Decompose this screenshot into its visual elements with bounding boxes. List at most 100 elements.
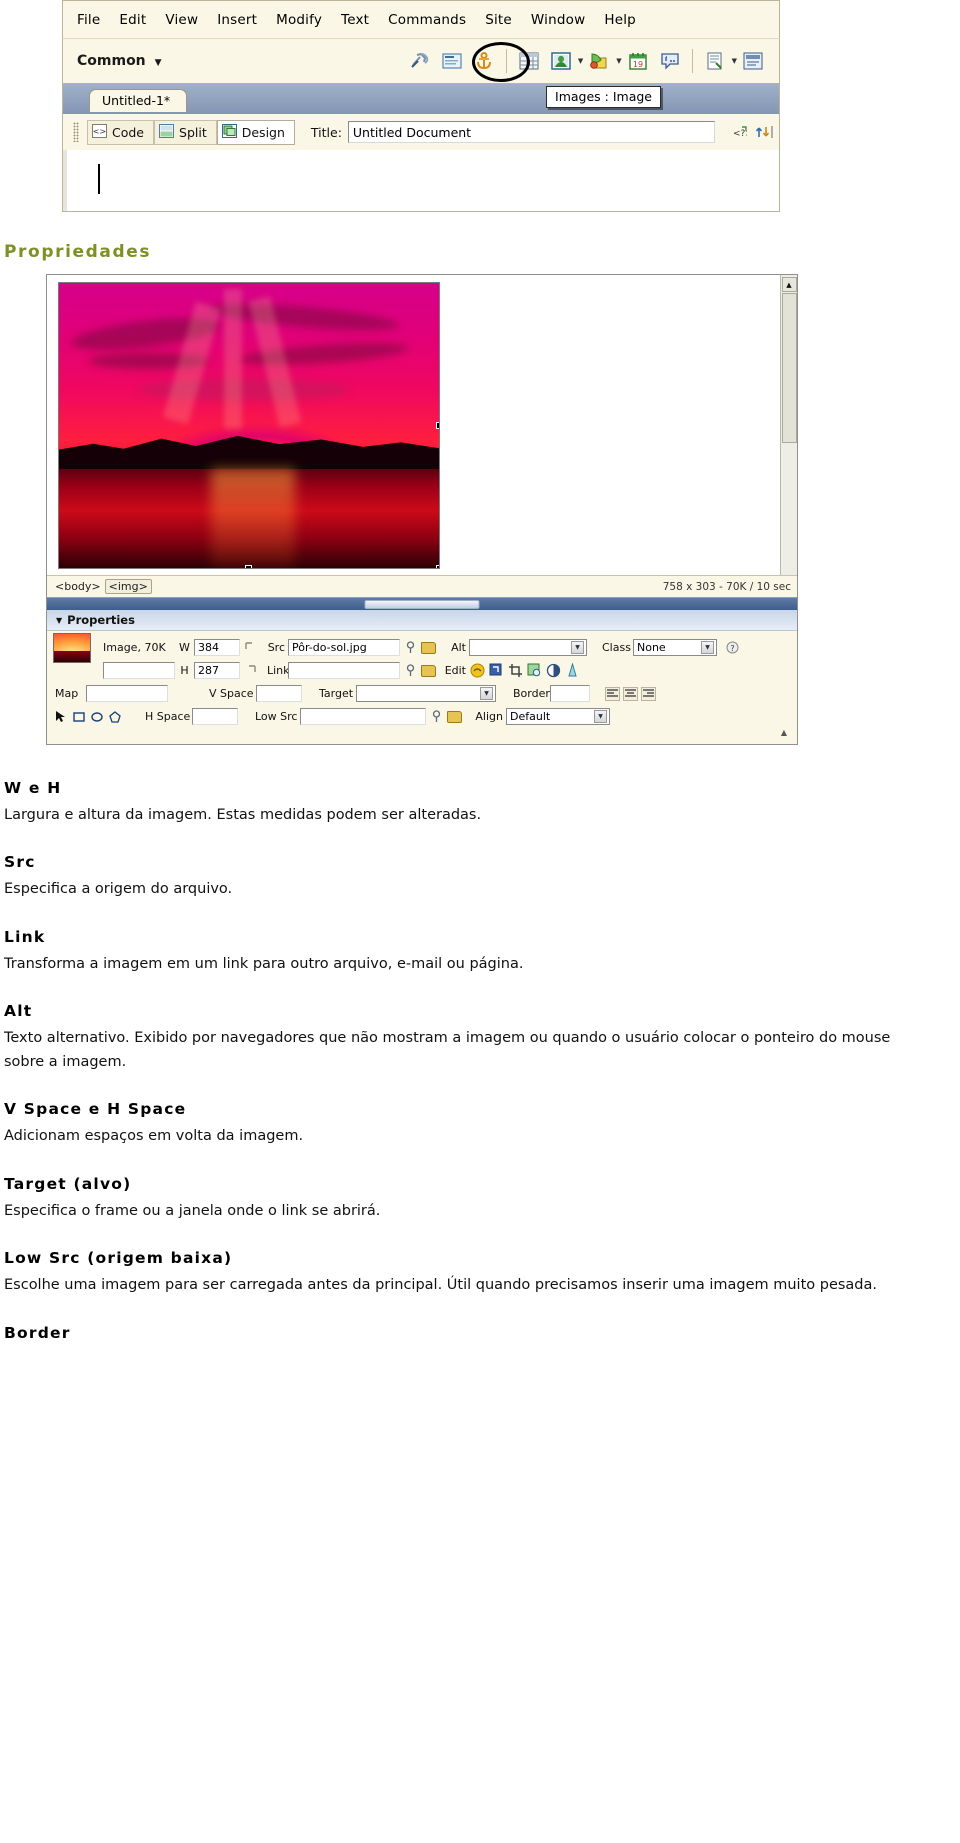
map-input[interactable] [86, 685, 168, 702]
menu-item-commands[interactable]: Commands [388, 12, 466, 28]
width-reset-icon[interactable] [243, 640, 258, 655]
desc-src: Especifica a origem do arquivo. [4, 881, 233, 898]
desc-target: Especifica o frame ou a janela onde o li… [4, 1202, 381, 1219]
align-right-icon[interactable] [641, 686, 656, 701]
design-canvas[interactable] [62, 150, 780, 212]
menu-item-modify[interactable]: Modify [276, 12, 322, 28]
chevron-down-icon[interactable]: ▼ [594, 710, 607, 723]
src-input[interactable]: Pôr-do-sol.jpg [288, 639, 400, 656]
hspace-input[interactable] [192, 708, 238, 725]
tag-chooser-icon[interactable] [740, 49, 766, 73]
properties-panel-header[interactable]: ▼ Properties [47, 610, 797, 631]
align-select[interactable]: Default ▼ [506, 708, 610, 725]
term-w-h: W e H [4, 779, 62, 797]
border-input[interactable] [550, 685, 590, 702]
view-button-code[interactable]: <> Code [87, 119, 155, 145]
browse-folder-icon[interactable] [421, 640, 436, 655]
menu-item-text[interactable]: Text [341, 12, 369, 28]
canvas-area[interactable] [47, 275, 780, 575]
named-anchor-icon[interactable] [471, 49, 497, 73]
align-label: Align [475, 710, 503, 723]
menu-item-insert[interactable]: Insert [217, 12, 257, 28]
vertical-scrollbar[interactable]: ▲ [780, 275, 797, 575]
panel-splitter[interactable] [47, 597, 797, 610]
menu-item-file[interactable]: File [77, 12, 100, 28]
image-icon[interactable] [548, 49, 574, 73]
width-label: W [179, 641, 190, 654]
water-glow [211, 469, 295, 568]
pointer-hotspot-icon[interactable] [53, 709, 68, 724]
vspace-input[interactable] [256, 685, 302, 702]
resize-handle-right[interactable] [436, 421, 439, 429]
sharpen-icon[interactable] [564, 663, 580, 679]
resample-icon[interactable] [526, 663, 542, 679]
height-input[interactable]: 287 [194, 662, 240, 679]
resize-handle-corner[interactable] [436, 565, 439, 568]
chevron-down-icon[interactable]: ▼ [701, 641, 714, 654]
panel-expander-icon[interactable]: ▲ [53, 728, 791, 739]
document-tab[interactable]: Untitled-1* [89, 89, 188, 112]
link-input[interactable] [288, 662, 400, 679]
lowsrc-input[interactable] [300, 708, 426, 725]
brightness-contrast-icon[interactable] [545, 663, 561, 679]
canvas-left-strip [63, 150, 67, 211]
view-button-design[interactable]: Design [216, 119, 295, 145]
hyperlink-icon[interactable] [407, 49, 433, 73]
media-icon[interactable] [586, 49, 612, 73]
term-target: Target (alvo) [4, 1174, 132, 1193]
edit-fireworks-icon[interactable] [469, 663, 485, 679]
height-reset-icon[interactable] [243, 663, 258, 678]
rectangle-hotspot-icon[interactable] [71, 709, 86, 724]
design-view-icon [221, 123, 237, 141]
browse-folder-icon[interactable] [447, 709, 462, 724]
width-input[interactable]: 384 [194, 639, 240, 656]
menu-item-edit[interactable]: Edit [119, 12, 146, 28]
hspace-label: H Space [145, 710, 191, 723]
crop-icon[interactable] [507, 663, 523, 679]
collapse-triangle-icon[interactable]: ▼ [56, 616, 62, 625]
document-title-input[interactable]: Untitled Document [347, 121, 715, 143]
comment-icon[interactable] [657, 49, 683, 73]
align-left-icon[interactable] [605, 686, 620, 701]
date-icon[interactable]: 19 [625, 49, 651, 73]
sunset-image[interactable] [58, 282, 440, 569]
align-center-icon[interactable] [623, 686, 638, 701]
polygon-hotspot-icon[interactable] [107, 709, 122, 724]
menu-item-window[interactable]: Window [531, 12, 585, 28]
file-management-icon[interactable] [751, 121, 779, 143]
menu-item-site[interactable]: Site [485, 12, 512, 28]
splitter-handle[interactable] [364, 600, 480, 609]
target-select[interactable]: ▼ [356, 685, 496, 702]
browse-folder-icon[interactable] [421, 663, 436, 678]
view-button-split[interactable]: Split [154, 119, 217, 145]
help-icon[interactable]: ? [725, 640, 740, 655]
chevron-down-icon[interactable]: ▼ [480, 687, 493, 700]
chevron-down-icon[interactable]: ▼ [571, 641, 584, 654]
image-dropdown-arrow-icon[interactable]: ▼ [578, 57, 583, 65]
email-link-icon[interactable] [439, 49, 465, 73]
menu-item-view[interactable]: View [165, 12, 198, 28]
optimize-icon[interactable] [488, 663, 504, 679]
table-icon[interactable] [516, 49, 542, 73]
tag-selector-body[interactable]: <body> [55, 580, 101, 593]
point-to-file-icon[interactable] [403, 663, 418, 678]
point-to-file-icon[interactable] [429, 709, 444, 724]
tag-selector-img[interactable]: <img> [104, 579, 152, 594]
scrollbar-thumb[interactable] [781, 293, 797, 443]
code-navigation-icon[interactable]: <?> [723, 121, 751, 143]
text-cursor [98, 164, 100, 194]
class-select[interactable]: None ▼ [633, 639, 717, 656]
template-icon[interactable] [702, 49, 728, 73]
toolbar-grip[interactable] [73, 122, 79, 142]
oval-hotspot-icon[interactable] [89, 709, 104, 724]
image-name-input[interactable] [103, 662, 175, 679]
scroll-up-button[interactable]: ▲ [781, 277, 797, 292]
point-to-file-icon[interactable] [403, 640, 418, 655]
template-dropdown-arrow-icon[interactable]: ▼ [732, 57, 737, 65]
alt-input[interactable]: ▼ [469, 639, 587, 656]
menu-item-help[interactable]: Help [604, 12, 636, 28]
resize-handle-bottom[interactable] [245, 565, 252, 568]
desc-low-src: Escolhe uma imagem para ser carregada an… [4, 1277, 878, 1294]
media-dropdown-arrow-icon[interactable]: ▼ [616, 57, 621, 65]
insert-category-selector[interactable]: Common ▼ [77, 53, 162, 69]
